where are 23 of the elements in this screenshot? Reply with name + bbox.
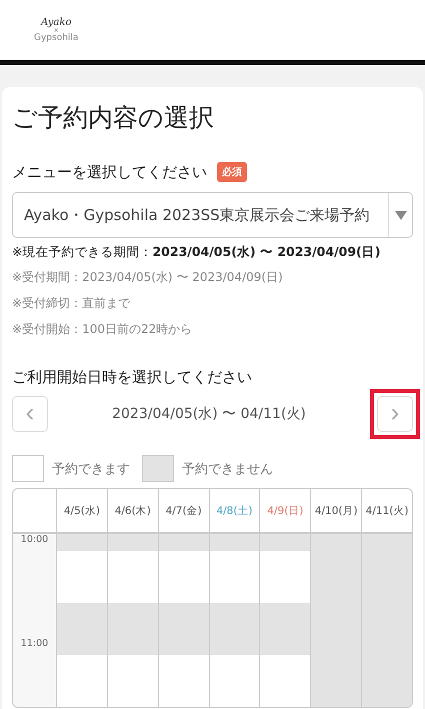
time-slot[interactable] <box>259 690 310 707</box>
time-slot[interactable] <box>259 655 310 672</box>
time-slot[interactable] <box>259 551 310 569</box>
legend-label: 予約できません <box>182 460 273 478</box>
time-label: 10:00 <box>20 534 48 545</box>
note-text: ※受付開始：100日前の22時から <box>12 321 194 338</box>
field-label: メニューを選択してください <box>12 162 207 182</box>
legend-label: 予約できます <box>52 460 130 478</box>
menu-dropdown[interactable]: Ayako・Gypsohila 2023SS東京展示会ご来場予約 <box>12 192 413 238</box>
field-label: ご利用開始日時を選択してください <box>12 368 252 387</box>
time-slot[interactable] <box>208 690 260 707</box>
required-badge: 必須 <box>217 162 247 182</box>
time-slot[interactable] <box>208 586 260 604</box>
time-slot[interactable] <box>208 551 260 569</box>
time-label: 11:00 <box>20 638 48 649</box>
caret-icon <box>394 210 406 220</box>
time-slot[interactable] <box>259 586 310 604</box>
note-text: ※受付期間：2023/04/05(水) 〜 2023/04/09(日) <box>12 269 284 286</box>
page-title: ご予約内容の選択 <box>12 102 215 134</box>
note-text: ※現在予約できる期間：2023/04/05(水) 〜 2023/04/09(日) <box>12 244 382 261</box>
note-text: ※受付締切：直前まで <box>12 295 132 312</box>
time-slot[interactable] <box>208 655 260 672</box>
date-range: 2023/04/05(水) 〜 04/11(火) <box>112 405 306 423</box>
